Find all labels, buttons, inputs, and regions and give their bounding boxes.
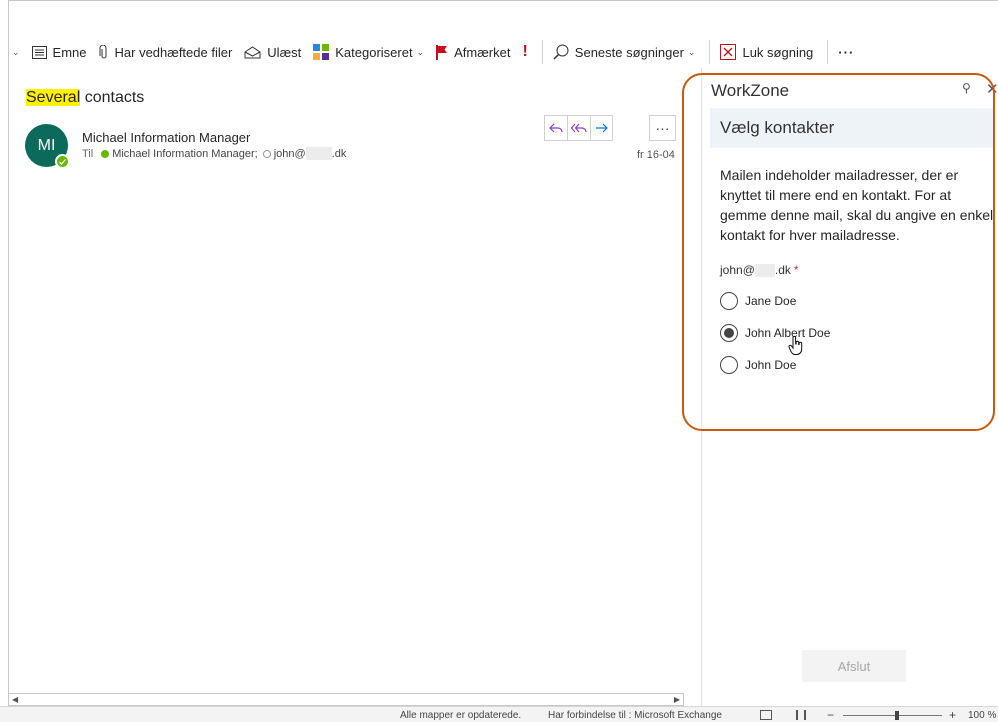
zoom-slider-thumb[interactable] — [895, 711, 899, 720]
filter-unread-button[interactable]: Ulæst — [240, 39, 305, 65]
filter-subject-label: Emne — [52, 44, 87, 60]
forward-icon — [595, 123, 608, 133]
importance-icon: ! — [522, 43, 528, 60]
email-suffix: .dk — [774, 263, 791, 277]
envelope-open-icon — [244, 45, 261, 58]
reply-all-button[interactable] — [567, 115, 590, 141]
message-actions — [544, 115, 613, 141]
toolbar-more-button[interactable]: ··· — [834, 39, 858, 65]
filter-unread-label: Ulæst — [267, 44, 302, 60]
zoom-out-button[interactable]: − — [827, 708, 834, 722]
email-address-label: john@ .dk * — [720, 263, 799, 277]
recipients-line: Til Michael Information Manager; john@ .d… — [82, 147, 346, 160]
addin-title: WorkZone — [711, 81, 790, 100]
recipient-2-prefix[interactable]: john@ — [274, 148, 306, 160]
subject-rest: contacts — [80, 89, 145, 106]
toolbar-separator — [827, 40, 829, 64]
filter-categorized-button[interactable]: Kategoriseret ⌄ — [309, 39, 428, 65]
search-highlight: Several — [26, 89, 81, 106]
chevron-down-icon: ⌄ — [687, 46, 696, 57]
avatar[interactable]: MI — [25, 124, 70, 169]
forward-button[interactable] — [590, 115, 613, 141]
message-subject: Several contacts — [26, 89, 144, 107]
status-sync-text: Alle mapper er opdaterede. — [400, 710, 522, 721]
filter-importance-button[interactable]: ! — [518, 39, 531, 65]
zoom-slider-track[interactable] — [843, 715, 942, 716]
filter-attachments-label: Har vedhæftede filer — [114, 44, 233, 60]
sender-name[interactable]: Michael Information Manager — [82, 130, 250, 145]
reply-button[interactable] — [544, 115, 567, 141]
redacted-block — [754, 263, 775, 277]
chevron-down-icon: ⌄ — [416, 46, 425, 57]
recipient-2-suffix: .dk — [331, 147, 347, 160]
reply-all-icon — [571, 123, 587, 133]
categories-icon — [313, 44, 330, 60]
close-search-icon — [720, 44, 737, 60]
zoom-level[interactable]: 100 % — [968, 710, 996, 721]
message-more-button[interactable]: ··· — [649, 115, 676, 141]
contact-option-label: John Doe — [745, 358, 797, 372]
contact-option-jane-doe[interactable]: Jane Doe — [720, 292, 796, 310]
radio-button[interactable] — [720, 356, 738, 374]
filter-attachments-button[interactable]: Har vedhæftede filer — [95, 39, 237, 65]
redacted-block — [305, 147, 332, 160]
toolbar-separator — [541, 40, 543, 64]
presence-available-icon — [55, 154, 70, 169]
presence-unknown-icon — [262, 149, 271, 158]
message-date: fr 16-04 — [637, 149, 675, 161]
status-connection-text: Har forbindelse til : Microsoft Exchange — [548, 710, 722, 721]
pin-icon[interactable]: ⚲ — [962, 81, 971, 95]
recent-searches-label: Seneste søgninger — [574, 44, 684, 60]
search-icon — [553, 44, 569, 60]
close-search-button[interactable]: Luk søgning — [716, 39, 817, 65]
recipient-1[interactable]: Michael Information Manager; — [112, 148, 258, 160]
finish-button[interactable]: Afslut — [802, 650, 906, 682]
hand-cursor-icon — [788, 336, 803, 355]
addin-header: Vælg kontakter — [710, 108, 994, 148]
paperclip-icon — [99, 44, 107, 58]
pane-divider — [701, 68, 702, 710]
filter-categorized-label: Kategoriseret — [335, 44, 413, 60]
reading-view-icon[interactable] — [796, 710, 806, 720]
scroll-left-icon[interactable]: ◀ — [9, 695, 21, 704]
contact-option-john-albert-doe[interactable]: John Albert Doe — [720, 324, 830, 342]
avatar-initials: MI — [37, 136, 56, 154]
radio-button[interactable] — [720, 292, 738, 310]
radio-button-selected[interactable] — [720, 324, 738, 342]
search-filter-toolbar: ⌄ Emne Har vedhæftede filer Ulæst Katego… — [8, 37, 998, 67]
addin-description: Mailen indeholder mailadresser, der er k… — [720, 167, 994, 243]
toolbar-separator — [709, 40, 711, 64]
scroll-right-icon[interactable]: ▶ — [671, 695, 683, 704]
recent-searches-button[interactable]: Seneste søgninger ⌄ — [549, 39, 700, 65]
toolbar-scroll-left-icon[interactable]: ⌄ — [12, 47, 20, 58]
reply-icon — [549, 123, 563, 133]
to-label: Til — [82, 147, 94, 160]
filter-subject-button[interactable]: Emne — [28, 39, 91, 65]
more-icon: ··· — [838, 44, 855, 60]
status-bar: Alle mapper er opdaterede. Har forbindel… — [0, 706, 998, 722]
email-prefix: john@ — [720, 263, 755, 277]
horizontal-scrollbar[interactable]: ◀ ▶ — [8, 693, 684, 706]
presence-dot-icon — [101, 149, 110, 158]
close-icon[interactable]: ✕ — [986, 80, 998, 98]
filter-flagged-button[interactable]: Afmærket — [432, 39, 514, 65]
contact-option-john-doe[interactable]: John Doe — [720, 356, 796, 374]
required-marker: * — [793, 263, 799, 277]
normal-view-icon[interactable] — [760, 710, 772, 720]
zoom-in-button[interactable]: + — [949, 708, 956, 722]
close-search-label: Luk søgning — [742, 44, 814, 60]
flag-icon — [436, 44, 448, 60]
contact-option-label: Jane Doe — [745, 294, 797, 308]
subject-icon — [31, 45, 47, 59]
filter-flagged-label: Afmærket — [454, 44, 511, 60]
